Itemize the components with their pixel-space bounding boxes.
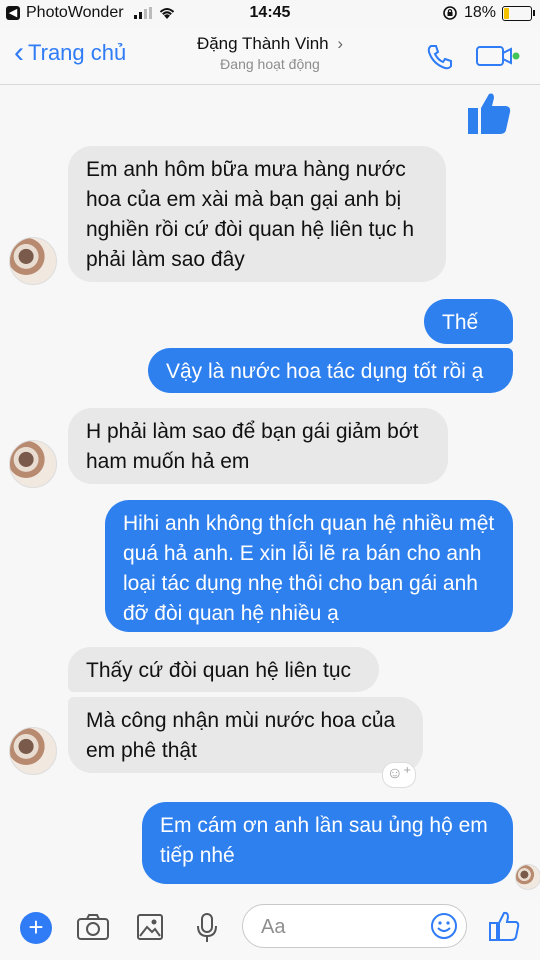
read-receipt-avatar: [515, 864, 540, 890]
contact-name[interactable]: Đặng Thành Vinh ›: [0, 34, 540, 54]
like-sticker-icon[interactable]: [466, 90, 512, 136]
avatar[interactable]: [9, 440, 57, 488]
message-input-box[interactable]: [242, 904, 467, 948]
status-right: 18%: [442, 4, 535, 22]
avatar[interactable]: [9, 727, 57, 775]
contact-status: Đang hoạt động: [220, 56, 320, 72]
message-bubble-incoming[interactable]: Mà công nhận mùi nước hoa của em phê thậ…: [68, 697, 423, 773]
battery-icon: [502, 5, 535, 21]
chevron-right-icon: ›: [337, 34, 344, 53]
message-text: H phải làm sao để bạn gái giảm bớt ham m…: [86, 420, 419, 473]
message-bubble-outgoing[interactable]: Vậy là nước hoa tác dụng tốt rồi ạ: [148, 348, 513, 393]
avatar[interactable]: [9, 237, 57, 285]
message-input[interactable]: [259, 915, 413, 940]
message-text: Em anh hôm bữa mưa hàng nước hoa của em …: [86, 158, 415, 271]
status-bar: ◀ PhotoWonder 14:45 18%: [0, 0, 540, 28]
camera-icon[interactable]: [76, 912, 110, 942]
message-text: Em cám ơn anh lần sau ủng hộ em tiếp nhé: [160, 814, 488, 867]
conversation-header: ‹ Trang chủ Đặng Thành Vinh › Đang hoạt …: [0, 28, 540, 85]
message-bubble-incoming[interactable]: Thấy cứ đòi quan hệ liên tục: [68, 647, 379, 692]
message-text: Hihi anh không thích quan hệ nhiều mệt q…: [123, 512, 495, 625]
message-text: Thấy cứ đòi quan hệ liên tục: [86, 659, 352, 682]
message-bubble-outgoing[interactable]: Em cám ơn anh lần sau ủng hộ em tiếp nhé: [142, 802, 513, 884]
message-bubble-incoming[interactable]: Em anh hôm bữa mưa hàng nước hoa của em …: [68, 146, 446, 282]
battery-fill: [504, 7, 509, 19]
add-reaction-icon[interactable]: ☺⁺: [382, 762, 416, 788]
plus-icon[interactable]: +: [20, 912, 52, 944]
phone-icon[interactable]: [425, 42, 455, 72]
video-call-icon[interactable]: [475, 44, 523, 68]
contact-name-text: Đặng Thành Vinh: [196, 34, 329, 53]
message-bubble-incoming[interactable]: H phải làm sao để bạn gái giảm bớt ham m…: [68, 408, 448, 484]
emoji-icon[interactable]: [429, 911, 459, 941]
message-text: Mà công nhận mùi nước hoa của em phê thậ…: [86, 709, 396, 762]
message-bubble-outgoing[interactable]: Hihi anh không thích quan hệ nhiều mệt q…: [105, 500, 513, 632]
microphone-icon[interactable]: [195, 912, 219, 944]
battery-percent: 18%: [463, 4, 496, 21]
rotation-lock-icon: [443, 6, 457, 20]
like-icon[interactable]: [488, 910, 520, 942]
image-icon[interactable]: [136, 912, 164, 942]
message-bubble-outgoing[interactable]: Thế ạ: [424, 299, 513, 364]
message-text: Vậy là nước hoa tác dụng tốt rồi ạ: [166, 360, 484, 383]
